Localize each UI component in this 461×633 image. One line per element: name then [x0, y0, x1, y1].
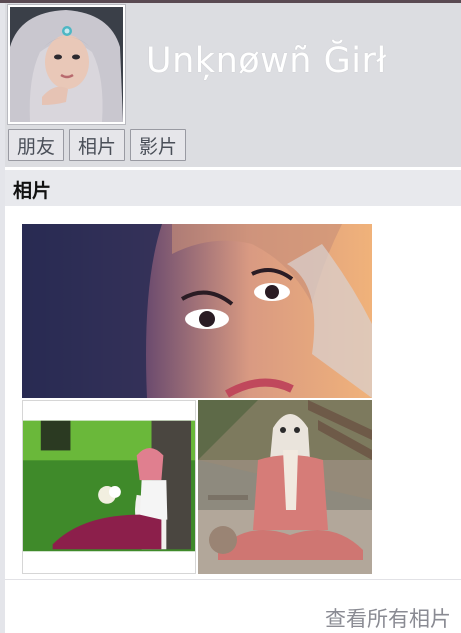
photos-button[interactable]: 相片 [69, 129, 126, 161]
photos-section-title: 相片 [13, 180, 52, 202]
profile-avatar[interactable] [7, 4, 126, 125]
see-all-photos-link[interactable]: 查看所有相片 [325, 603, 451, 633]
avatar-image [10, 7, 123, 122]
profile-header: Unķnøwñ Ğirł 朋友 相片 影片 [5, 3, 461, 167]
photo-image [198, 400, 372, 574]
photos-section-header: 相片 [5, 170, 461, 206]
photo-image [22, 224, 372, 398]
videos-button[interactable]: 影片 [130, 129, 187, 161]
friends-button[interactable]: 朋友 [8, 129, 65, 161]
profile-name[interactable]: Unķnøwñ Ğirł [146, 41, 387, 81]
photo-thumbnail-2[interactable] [22, 400, 196, 574]
divider [5, 579, 461, 580]
photo-thumbnail-3[interactable] [198, 400, 372, 574]
photo-image [23, 401, 195, 573]
profile-nav: 朋友 相片 影片 [8, 129, 187, 161]
photo-thumbnail-1[interactable] [22, 224, 372, 398]
